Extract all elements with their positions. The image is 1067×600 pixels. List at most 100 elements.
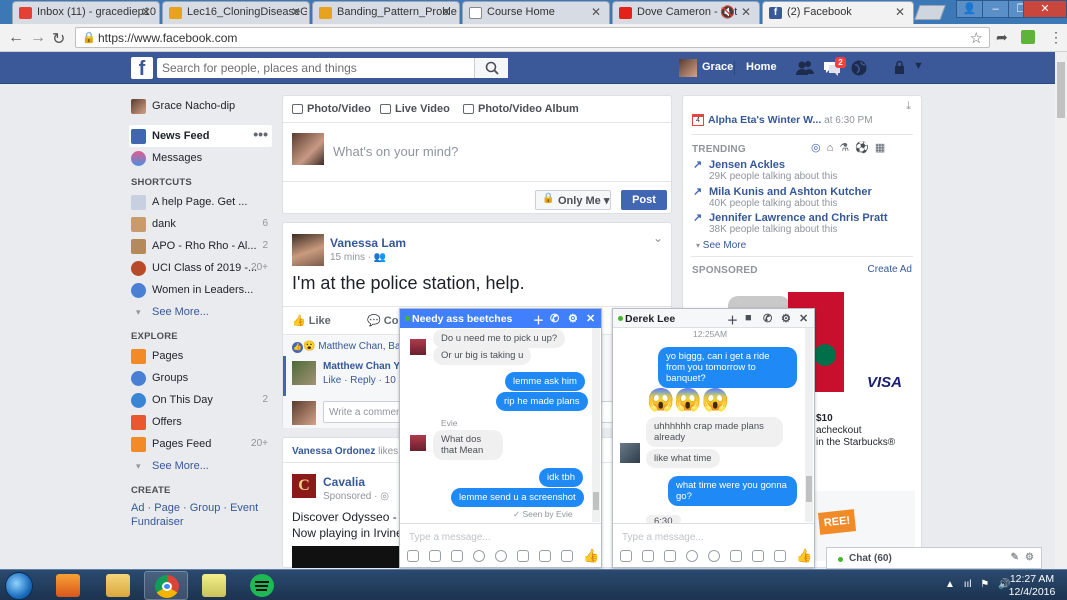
sidebar-item-shortcut[interactable]: UCI Class of 2019 -... 20+ xyxy=(131,257,272,279)
sticker-icon[interactable] xyxy=(429,550,441,562)
add-icon[interactable]: ＋ xyxy=(533,312,544,328)
sidebar-profile[interactable]: Grace Nacho-dip xyxy=(131,95,272,117)
back-icon[interactable]: ← xyxy=(8,29,24,47)
tab-live-video[interactable]: Live Video xyxy=(380,103,450,115)
attach-icon[interactable] xyxy=(730,550,742,562)
sidebar-item-messages[interactable]: Messages xyxy=(131,147,272,169)
photo-icon[interactable] xyxy=(620,550,632,562)
search-input[interactable]: Search for people, places and things xyxy=(157,58,508,78)
sidebar-item-groups[interactable]: Groups xyxy=(131,367,272,389)
flag-icon[interactable]: ⚑ xyxy=(980,579,989,590)
extension-icon[interactable] xyxy=(1021,30,1035,44)
sidebar-item-pages[interactable]: Pages xyxy=(131,345,272,367)
payment-icon[interactable] xyxy=(495,550,507,562)
emoji-icon[interactable] xyxy=(473,550,485,562)
see-more-shortcuts[interactable]: See More... xyxy=(131,301,272,323)
trending-category-tabs[interactable]: ◎⌂⚗⚽▦ xyxy=(811,141,915,155)
new-tab-button[interactable] xyxy=(914,5,946,20)
more-options-icon[interactable]: ••• xyxy=(253,123,268,145)
gear-icon[interactable]: ⚙ xyxy=(568,312,578,325)
reactions-summary[interactable]: 👍😮 Matthew Chan, Bai xyxy=(292,341,403,353)
see-more-explore[interactable]: See More... xyxy=(131,455,272,477)
browser-tab-lecture[interactable]: Lec16_CloningDiseaseGe ✕ xyxy=(162,1,310,24)
game-icon[interactable] xyxy=(752,550,764,562)
entertainment-icon[interactable]: ▦ xyxy=(875,142,891,154)
bookmark-star-icon[interactable]: ☆ xyxy=(970,29,983,47)
close-icon[interactable]: ✕ xyxy=(141,5,151,19)
scrollbar-thumb[interactable] xyxy=(593,492,599,510)
camera-icon[interactable] xyxy=(774,550,786,562)
phone-icon[interactable]: ✆ xyxy=(550,312,559,325)
home-link[interactable]: Home xyxy=(746,61,777,73)
browser-tab-youtube[interactable]: Dove Cameron - Bette 🔇 ✕ xyxy=(612,1,760,24)
thumbs-up-icon[interactable]: 👍 xyxy=(583,548,599,564)
friend-requests-icon[interactable] xyxy=(796,59,814,77)
politics-icon[interactable]: ⌂ xyxy=(827,142,840,154)
url-input[interactable]: 🔒 https://www.facebook.com ☆ xyxy=(75,27,990,48)
close-icon[interactable]: ✕ xyxy=(591,5,601,19)
create-event-link[interactable]: Event xyxy=(230,502,258,514)
photo-icon[interactable] xyxy=(407,550,419,562)
trending-item[interactable]: Jensen Ackles29K people talking about th… xyxy=(691,158,916,182)
camera-icon[interactable] xyxy=(561,550,573,562)
reload-icon[interactable]: ↻ xyxy=(52,29,65,49)
chat-header[interactable]: Needy ass beetches ＋ ✆ ⚙ ✕ xyxy=(400,309,601,328)
create-group-link[interactable]: Group xyxy=(190,502,221,514)
globe-icon[interactable] xyxy=(850,59,868,77)
chat-sidebar-toggle[interactable]: Chat (60) ✎ ⚙ xyxy=(826,547,1042,569)
sidebar-item-shortcut[interactable]: A help Page. Get ... xyxy=(131,191,272,213)
forward-icon[interactable]: → xyxy=(30,29,46,47)
scrollbar[interactable] xyxy=(592,328,600,522)
trending-icon[interactable]: ◎ xyxy=(811,142,827,154)
sidebar-item-shortcut[interactable]: APO - Rho Rho - Al... 2 xyxy=(131,235,272,257)
minimize-button[interactable]: – xyxy=(982,0,1009,18)
download-icon[interactable]: ⤓ xyxy=(906,100,911,113)
ad-image[interactable] xyxy=(292,546,399,568)
media-player-button[interactable] xyxy=(46,571,90,600)
tab-photo-album[interactable]: Photo/Video Album xyxy=(463,103,579,115)
start-button[interactable] xyxy=(5,572,33,600)
close-icon[interactable]: ✕ xyxy=(895,5,905,19)
browser-tab-facebook[interactable]: f (2) Facebook ✕ xyxy=(762,1,914,24)
sidebar-item-shortcut[interactable]: Women in Leaders... xyxy=(131,279,272,301)
chevron-down-icon[interactable]: ▼ xyxy=(913,60,924,72)
search-icon[interactable] xyxy=(474,58,508,78)
file-explorer-button[interactable] xyxy=(96,571,140,600)
lock-menu-icon[interactable] xyxy=(893,59,911,77)
sidebar-item-shortcut[interactable]: dank 6 xyxy=(131,213,272,235)
close-icon[interactable]: ✕ xyxy=(441,5,451,19)
message-input[interactable]: Type a message... xyxy=(409,532,491,543)
thumbs-up-icon[interactable]: 👍 xyxy=(796,548,812,564)
scrollbar[interactable] xyxy=(805,328,813,522)
comment-author-link[interactable]: Matthew Chan Y l xyxy=(323,361,405,372)
scrollbar-thumb[interactable] xyxy=(806,476,812,502)
scrollbar-thumb[interactable] xyxy=(1057,62,1065,118)
tab-photo-video[interactable]: Photo/Video xyxy=(292,103,371,115)
spotify-button[interactable] xyxy=(240,571,284,600)
system-clock[interactable]: 12:27 AM 12/4/2016 xyxy=(1002,573,1062,599)
compose-icon[interactable]: ✎ xyxy=(1011,552,1019,563)
signal-icon[interactable]: ııl xyxy=(964,579,972,590)
post-author-link[interactable]: Vanessa Lam xyxy=(330,236,406,250)
close-icon[interactable]: ✕ xyxy=(799,312,808,325)
event-reminder[interactable]: Alpha Eta's Winter W... at 6:30 PM xyxy=(708,114,873,126)
gif-icon[interactable] xyxy=(664,550,676,562)
page-name-link[interactable]: Cavalia xyxy=(323,475,365,489)
create-fundraiser-link[interactable]: Fundraiser xyxy=(131,516,184,528)
tray-expand-icon[interactable]: ▲ xyxy=(945,579,955,590)
video-icon[interactable]: ■ xyxy=(745,312,752,324)
create-ad-link[interactable]: Create Ad xyxy=(868,264,912,275)
trending-item[interactable]: Mila Kunis and Ashton Kutcher40K people … xyxy=(691,185,916,209)
chrome-button[interactable] xyxy=(144,571,188,600)
sports-icon[interactable]: ⚽ xyxy=(855,142,875,154)
post-button[interactable]: Post xyxy=(621,190,667,210)
close-icon[interactable]: ✕ xyxy=(741,5,751,19)
notes-button[interactable] xyxy=(192,571,236,600)
avatar[interactable] xyxy=(679,59,697,77)
facebook-logo[interactable]: f xyxy=(131,57,153,80)
share-arrow-icon[interactable]: ➦ xyxy=(996,29,1008,46)
avatar[interactable] xyxy=(292,234,324,266)
trending-item[interactable]: Jennifer Lawrence and Chris Pratt38K peo… xyxy=(691,211,916,235)
close-icon[interactable]: ✕ xyxy=(586,312,595,325)
cavalia-logo[interactable]: C xyxy=(292,474,316,498)
